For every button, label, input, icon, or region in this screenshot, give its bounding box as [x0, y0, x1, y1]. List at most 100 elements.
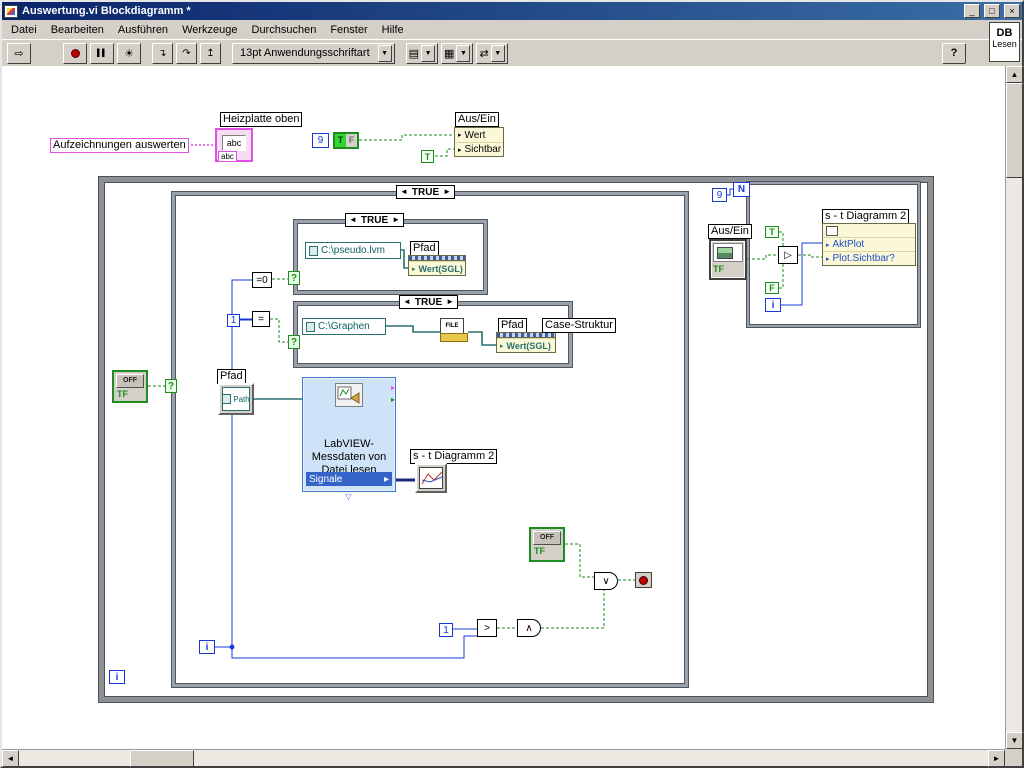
- scroll-down-button[interactable]: ▼: [1006, 732, 1023, 749]
- wire[interactable]: [401, 249, 408, 269]
- expand-collapse-icon[interactable]: ▽: [345, 492, 351, 501]
- menu-bearbeiten[interactable]: Bearbeiten: [44, 21, 111, 39]
- boolean-constant-t-top[interactable]: T: [421, 150, 434, 163]
- wire[interactable]: [779, 264, 784, 289]
- iteration-terminal-while[interactable]: i: [109, 670, 125, 684]
- boolean-constant-true-false[interactable]: T F: [333, 132, 359, 149]
- property-row-wert-sgl[interactable]: ▸ Wert(SGL): [497, 338, 555, 352]
- property-row-wert-sgl[interactable]: ▸ Wert(SGL): [409, 261, 465, 275]
- label-pfad2[interactable]: Pfad: [498, 318, 527, 333]
- wire[interactable]: [779, 231, 784, 246]
- property-node-diagramm2[interactable]: ▸ AktPlot ▸ Plot.Sichtbar?: [822, 223, 916, 266]
- chevron-down-icon[interactable]: ▼: [490, 44, 505, 62]
- minimize-button[interactable]: _: [964, 4, 980, 18]
- path-constant-pseudo[interactable]: C:\pseudo.lvm: [305, 242, 401, 259]
- wire[interactable]: [747, 254, 778, 260]
- and-gate-node[interactable]: ∧: [517, 619, 541, 637]
- loop-count-terminal-N[interactable]: N: [733, 182, 750, 197]
- equal-node[interactable]: =: [252, 311, 270, 327]
- case-next-arrow-icon[interactable]: ►: [446, 295, 454, 309]
- numeric-constant-1-mid[interactable]: 1: [227, 314, 240, 327]
- menu-hilfe[interactable]: Hilfe: [375, 21, 411, 39]
- off-boolean-terminal-left[interactable]: OFF TF: [112, 370, 148, 403]
- case-selector-inner2[interactable]: ◄ TRUE ►: [399, 295, 459, 309]
- step-over-button[interactable]: ↷: [176, 42, 197, 64]
- equal-to-zero-node[interactable]: =0: [252, 272, 272, 288]
- case-selector-terminal-inner2[interactable]: ?: [288, 335, 300, 349]
- wire[interactable]: [359, 134, 454, 141]
- aus-ein-control-terminal[interactable]: TF: [709, 239, 747, 280]
- horizontal-scroll-thumb[interactable]: [130, 750, 194, 767]
- label-heizplatte-oben[interactable]: Heizplatte oben: [220, 112, 303, 127]
- greater-than-node[interactable]: >: [477, 619, 497, 637]
- select-node[interactable]: ▷: [778, 246, 798, 264]
- loop-condition-terminal[interactable]: [635, 572, 652, 588]
- property-node-aus-ein[interactable]: ▸ Wert ▸ Sichtbar: [454, 127, 504, 157]
- distribute-objects-dropdown[interactable]: ▦ ▼: [441, 42, 474, 64]
- path-constant-graphen[interactable]: C:\Graphen: [302, 318, 386, 335]
- menu-datei[interactable]: Datei: [4, 21, 44, 39]
- label-pfad1[interactable]: Pfad: [410, 241, 439, 256]
- case-next-arrow-icon[interactable]: ►: [443, 185, 451, 199]
- scroll-left-button[interactable]: ◄: [2, 750, 19, 767]
- wire[interactable]: [231, 635, 477, 659]
- express-vi-output-row[interactable]: Signale ▸: [306, 472, 392, 486]
- pause-button[interactable]: ▌▌: [90, 42, 114, 64]
- case-selector-terminal-inner1[interactable]: ?: [288, 271, 300, 285]
- horizontal-scrollbar[interactable]: ◄ ►: [2, 749, 1005, 767]
- chevron-down-icon[interactable]: ▼: [456, 44, 471, 62]
- menu-fenster[interactable]: Fenster: [323, 21, 374, 39]
- label-diagramm2-terminal[interactable]: s - t Diagramm 2: [410, 449, 498, 464]
- string-indicator-abc[interactable]: abc abc: [215, 128, 253, 162]
- case-selector-terminal-main[interactable]: ?: [165, 379, 177, 393]
- or-gate-node[interactable]: ∨: [594, 572, 618, 590]
- label-aus-ein-right[interactable]: Aus/Ein: [708, 224, 752, 239]
- reorder-dropdown[interactable]: ⇄ ▼: [476, 42, 508, 64]
- titlebar[interactable]: Auswertung.vi Blockdiagramm * _ □ ×: [2, 2, 1022, 20]
- block-diagram-canvas[interactable]: ◄ TRUE ► ◄ TRUE ► ◄ TRUE ► ? ? ? Heizpla…: [2, 66, 1005, 749]
- wire[interactable]: [386, 325, 440, 333]
- chevron-down-icon[interactable]: ▼: [421, 44, 436, 62]
- case-selector-main[interactable]: ◄ TRUE ►: [396, 185, 456, 199]
- boolean-constant-t-right[interactable]: T: [765, 226, 779, 238]
- help-button[interactable]: ?: [942, 42, 966, 64]
- boolean-constant-f-right[interactable]: F: [765, 282, 779, 294]
- wire[interactable]: [468, 331, 496, 346]
- path-control-terminal[interactable]: Path: [218, 383, 254, 415]
- chevron-down-icon[interactable]: ▼: [377, 44, 392, 62]
- property-row-wert[interactable]: ▸ Wert: [455, 128, 503, 142]
- wire[interactable]: [541, 590, 605, 629]
- build-path-node[interactable]: FILE: [440, 318, 468, 342]
- scroll-right-button[interactable]: ►: [988, 750, 1005, 767]
- label-case-struktur[interactable]: Case-Struktur: [542, 318, 616, 333]
- numeric-constant-9-right[interactable]: 9: [712, 188, 727, 202]
- label-aus-ein-top[interactable]: Aus/Ein: [455, 112, 499, 127]
- vertical-scroll-thumb[interactable]: [1006, 83, 1023, 178]
- highlight-execution-button[interactable]: ☀: [117, 42, 141, 64]
- numeric-constant-9-top[interactable]: 9: [312, 133, 329, 148]
- step-out-button[interactable]: ↥: [200, 42, 221, 64]
- express-vi-read-from-measurement-file[interactable]: ▸ ▸ LabVIEW- Messdaten von Datei lesen S…: [302, 377, 396, 501]
- menu-werkzeuge[interactable]: Werkzeuge: [175, 21, 244, 39]
- vertical-scrollbar[interactable]: ▲ ▼: [1005, 66, 1023, 749]
- scroll-up-button[interactable]: ▲: [1006, 66, 1023, 83]
- case-selector-inner1[interactable]: ◄ TRUE ►: [345, 213, 405, 227]
- menu-ausfuehren[interactable]: Ausführen: [111, 21, 175, 39]
- wire[interactable]: [435, 148, 454, 157]
- waveform-graph-terminal[interactable]: [415, 463, 447, 493]
- numeric-constant-1-bottom[interactable]: 1: [439, 623, 453, 637]
- wire[interactable]: [215, 279, 252, 648]
- property-node-pfad1[interactable]: ▸ Wert(SGL): [408, 255, 466, 276]
- boolean-false-cell[interactable]: F: [346, 134, 357, 147]
- close-button[interactable]: ×: [1004, 4, 1020, 18]
- run-button[interactable]: ⇨: [7, 42, 31, 64]
- property-node-pfad2[interactable]: ▸ Wert(SGL): [496, 332, 556, 353]
- font-selector[interactable]: 13pt Anwendungsschriftart ▼: [232, 42, 395, 64]
- align-objects-dropdown[interactable]: ▤ ▼: [405, 42, 439, 64]
- iteration-terminal-case[interactable]: i: [199, 640, 215, 654]
- case-prev-arrow-icon[interactable]: ◄: [349, 213, 357, 227]
- menu-durchsuchen[interactable]: Durchsuchen: [245, 21, 324, 39]
- property-row-aktplot[interactable]: ▸ AktPlot: [823, 237, 915, 251]
- stop-boolean-terminal[interactable]: OFF TF: [529, 527, 565, 562]
- iteration-terminal-for[interactable]: i: [765, 298, 781, 312]
